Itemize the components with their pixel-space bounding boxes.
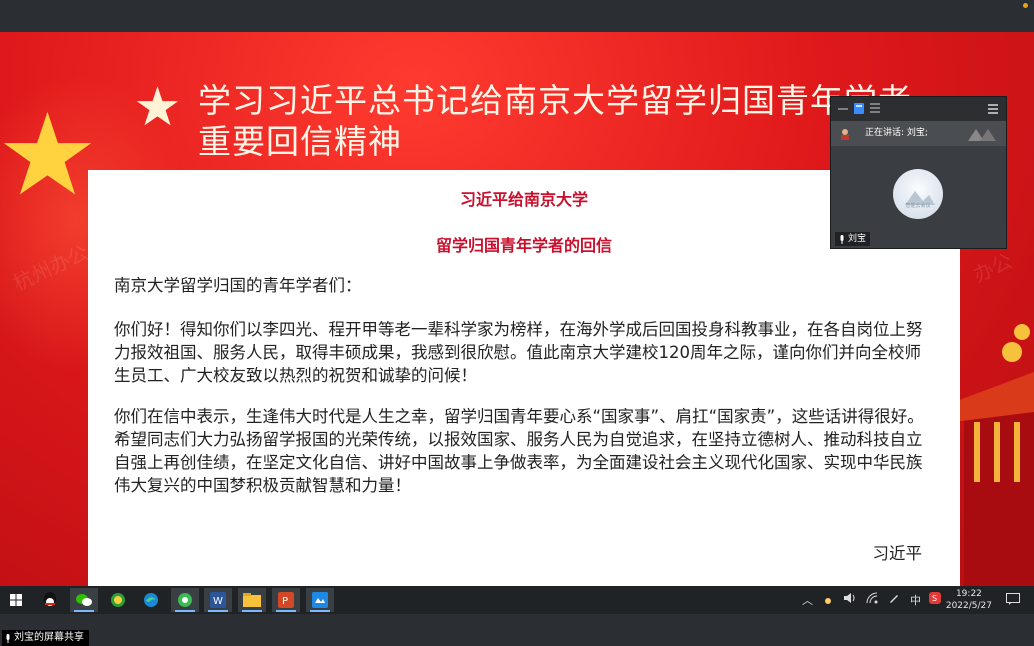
screen-share-tag: 刘宝的屏幕共享	[2, 630, 89, 646]
participant-avatar: 智能云会议	[893, 169, 943, 219]
notification-dot	[1023, 3, 1028, 8]
tray-qq-icon[interactable]	[822, 592, 834, 606]
powerpoint-icon: P	[278, 592, 294, 608]
taskbar-edge[interactable]	[137, 588, 165, 612]
avatar-caption: 智能云会议	[905, 203, 931, 209]
small-star-icon	[136, 86, 179, 126]
video-panel-header[interactable]	[831, 97, 1006, 121]
start-button[interactable]	[2, 588, 30, 612]
taskbar-browser[interactable]	[171, 588, 199, 612]
slide-title-line2: 重要回信精神	[198, 122, 402, 161]
clock-date: 2022/5/27	[945, 601, 992, 611]
tiananmen-decoration	[954, 324, 1034, 586]
speaker-avatar-icon	[841, 129, 849, 140]
participant-name-tag: 刘宝	[835, 232, 871, 246]
windows-start-icon	[10, 594, 22, 606]
avatar-mountain-icon	[905, 191, 935, 205]
taskbar-open-indicator	[175, 610, 195, 612]
svg-text:S: S	[932, 594, 937, 603]
top-bar	[0, 0, 1034, 32]
screen-share-label: 刘宝的屏幕共享	[14, 632, 84, 643]
wechat-icon	[76, 594, 92, 606]
volume-icon[interactable]	[844, 592, 856, 604]
big-star-icon	[3, 111, 92, 195]
network-icon[interactable]	[866, 592, 878, 604]
letter-paragraph-2: 你们在信中表示，生逢伟大时代是人生之幸，留学归国青年要心系“国家事”、肩扛“国家…	[114, 407, 924, 495]
taskbar-qq[interactable]	[36, 588, 64, 612]
tray-chevron-up-icon[interactable]: ︿	[802, 592, 813, 608]
taskbar-360-browser[interactable]	[104, 588, 132, 612]
browser-360-icon	[111, 593, 125, 607]
video-panel[interactable]: 正在讲话: 刘宝; 智能云会议 刘宝	[830, 96, 1007, 249]
speaking-bar: 正在讲话: 刘宝;	[831, 121, 1006, 146]
signal-icon	[968, 129, 996, 141]
letter-signature: 习近平	[872, 544, 923, 563]
minimize-icon[interactable]	[838, 106, 848, 112]
taskbar-wechat[interactable]	[70, 588, 98, 612]
taskbar-open-indicator	[276, 610, 296, 612]
menu-icon[interactable]	[988, 104, 998, 114]
speaking-label: 正在讲话: 刘宝;	[865, 128, 928, 138]
svg-text:W: W	[213, 596, 223, 607]
file-explorer-icon	[243, 593, 261, 607]
clock-time: 19:22	[955, 589, 982, 599]
taskbar-file-explorer[interactable]	[238, 588, 266, 612]
taskbar-open-indicator	[208, 610, 228, 612]
taskbar-active-indicator	[74, 610, 94, 612]
taskbar-powerpoint[interactable]: P	[272, 588, 300, 612]
letter-salutation: 南京大学留学归国的青年学者们：	[114, 276, 362, 295]
mic-icon	[6, 633, 10, 643]
meeting-app-icon	[312, 592, 328, 608]
taskbar-meeting-app[interactable]	[306, 588, 334, 612]
system-clock[interactable]: 19:22 2022/5/27	[946, 588, 992, 612]
sogou-input-icon[interactable]: S	[929, 592, 941, 604]
participant-name: 刘宝	[848, 234, 867, 244]
mic-icon	[840, 234, 844, 244]
edge-icon	[144, 593, 158, 607]
layout-grid-icon[interactable]	[854, 103, 864, 114]
letter-paragraph-1: 你们好！得知你们以李四光、程开甲等老一辈科学家为榜样，在海外学成后回国投身科教事…	[114, 320, 923, 385]
bottom-bar	[0, 614, 1034, 646]
slide-title-line1: 学习习近平总书记给南京大学留学归国青年学者	[198, 81, 912, 120]
pen-icon[interactable]	[888, 592, 900, 604]
layout-list-icon[interactable]	[870, 103, 880, 114]
ime-indicator[interactable]: 中	[910, 592, 921, 608]
taskbar-word[interactable]: W	[204, 588, 232, 612]
browser-icon	[178, 593, 192, 607]
taskbar-open-indicator	[242, 610, 262, 612]
slide-title: 学习习近平总书记给南京大学留学归国青年学者 重要回信精神	[198, 80, 912, 162]
word-icon: W	[210, 592, 226, 608]
qq-icon	[44, 592, 56, 606]
taskbar: W P ︿ 中 S 19:22 2022/5/27	[0, 586, 1034, 614]
taskbar-open-indicator	[310, 610, 330, 612]
svg-text:P: P	[282, 596, 288, 607]
notification-center-icon[interactable]	[1006, 593, 1020, 605]
